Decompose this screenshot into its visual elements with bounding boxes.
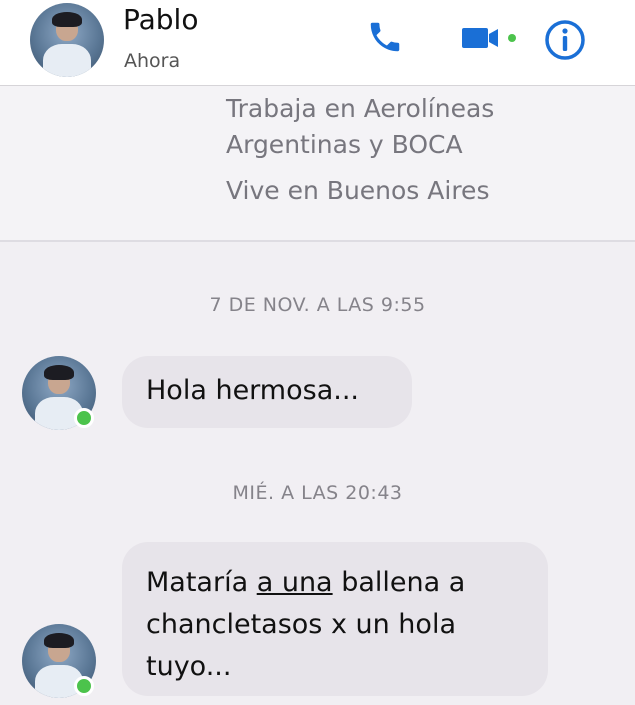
message-timestamp: 7 DE NOV. A LAS 9:55 <box>209 294 426 316</box>
message-text: Hola hermosa... <box>146 375 359 406</box>
online-status-dot <box>74 676 94 696</box>
phone-icon[interactable] <box>366 18 404 56</box>
profile-info-card: Trabaja en Aerolíneas Argentinas y BOCA … <box>0 86 635 242</box>
video-icon[interactable] <box>460 24 520 52</box>
profile-work-line-1: Trabaja en Aerolíneas <box>226 94 495 123</box>
chat-header: Pablo Ahora <box>0 0 635 86</box>
info-icon[interactable] <box>543 18 587 62</box>
contact-name[interactable]: Pablo <box>123 3 198 36</box>
contact-status: Ahora <box>124 50 181 72</box>
message-underlined-text: a una <box>256 567 333 598</box>
profile-location: Vive en Buenos Aires <box>226 176 490 205</box>
contact-avatar[interactable] <box>30 3 104 77</box>
message-bubble[interactable]: Hola hermosa... <box>122 356 412 428</box>
profile-work-line-2: Argentinas y BOCA <box>226 130 463 159</box>
message-bubble[interactable]: Mataría a una ballena a chancletasos x u… <box>122 542 548 696</box>
message-timestamp: MIÉ. A LAS 20:43 <box>232 482 403 504</box>
online-status-dot <box>74 408 94 428</box>
message-text-part: Mataría <box>146 567 257 598</box>
